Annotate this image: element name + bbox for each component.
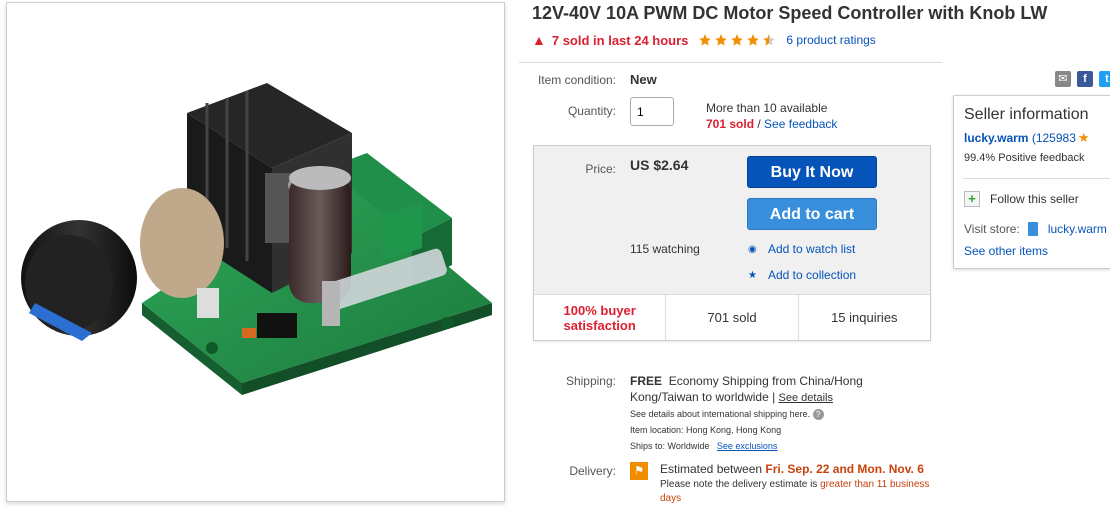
- store-name-link[interactable]: lucky.warm: [1048, 222, 1107, 236]
- plus-icon: +: [964, 191, 980, 207]
- delivery-label: Delivery:: [569, 464, 616, 478]
- shooting-star-icon: ★: [1077, 130, 1090, 145]
- help-icon[interactable]: ?: [812, 409, 824, 420]
- shipping-main: FREE Economy Shipping from China/Hong Ko…: [630, 373, 930, 406]
- delivery-note: Please note the delivery estimate is gre…: [660, 478, 930, 506]
- flame-icon: ▲: [532, 32, 546, 48]
- quantity-input[interactable]: [630, 97, 674, 126]
- eye-icon: ◉: [748, 243, 757, 255]
- follow-label: Follow this seller: [990, 192, 1079, 206]
- watch-list-label: Add to watch list: [768, 242, 856, 256]
- shipping-info: FREE Economy Shipping from China/Hong Ko…: [630, 373, 930, 454]
- seller-name: lucky.warm: [964, 131, 1029, 145]
- availability: More than 10 available 701 sold / See fe…: [706, 100, 837, 132]
- intl-shipping-note: See details about international shipping…: [630, 406, 930, 422]
- share-icons: ✉ f t: [1055, 71, 1110, 87]
- seller-feedback: 99.4% Positive feedback: [964, 152, 1085, 164]
- delivery-dates: Fri. Sep. 22 and Mon. Nov. 6: [765, 462, 924, 476]
- buy-it-now-button[interactable]: Buy It Now: [747, 156, 877, 188]
- email-icon[interactable]: ✉: [1055, 71, 1071, 87]
- available-text: More than 10 available: [706, 101, 828, 115]
- see-other-items-link[interactable]: See other items: [964, 244, 1048, 258]
- store-bag-icon: [1027, 222, 1038, 236]
- see-exclusions-link[interactable]: See exclusions: [717, 441, 778, 451]
- condition-value: New: [630, 72, 657, 87]
- quantity-label: Quantity:: [567, 104, 616, 118]
- buyer-satisfaction: 100% buyer satisfaction: [534, 295, 667, 340]
- divider: [519, 62, 942, 63]
- star-icon: [747, 34, 760, 46]
- sold-stat: 701 sold: [666, 295, 799, 340]
- seller-name-row: lucky.warm (125983 ★: [964, 130, 1090, 146]
- watching-count: 115 watching: [630, 242, 700, 256]
- divider: [963, 178, 1110, 179]
- delivery-note-text: Please note the delivery estimate is: [660, 479, 818, 490]
- free-badge: FREE: [630, 374, 663, 388]
- seller-score[interactable]: (125983: [1032, 131, 1076, 145]
- twitter-icon[interactable]: t: [1099, 71, 1110, 87]
- add-to-collection-link[interactable]: ★ Add to collection: [748, 268, 856, 282]
- ships-to-row: Ships to: Worldwide See exclusions: [630, 438, 930, 454]
- visit-store-row: Visit store: lucky.warm: [964, 222, 1107, 236]
- sold-recent-text: 7 sold in last 24 hours: [551, 32, 689, 48]
- estimated-text: Estimated between: [660, 462, 763, 476]
- ships-to-text: Ships to: Worldwide: [630, 441, 710, 451]
- half-star-icon: [763, 34, 776, 46]
- see-details-link[interactable]: See details: [779, 392, 833, 404]
- intl-note-text: See details about international shipping…: [630, 409, 811, 419]
- add-to-watch-list-link[interactable]: ◉ Add to watch list: [748, 242, 855, 256]
- visit-store-label: Visit store:: [964, 222, 1020, 236]
- star-icon: [731, 34, 744, 46]
- inquiries-stat: 15 inquiries: [831, 310, 898, 325]
- seller-name-link[interactable]: lucky.warm: [964, 131, 1028, 145]
- separator: /: [754, 117, 765, 131]
- product-ratings-link[interactable]: 6 product ratings: [786, 33, 875, 47]
- delivery-info: Estimated between Fri. Sep. 22 and Mon. …: [660, 462, 930, 506]
- price-label: Price:: [585, 162, 616, 176]
- price-value: US $2.64: [630, 157, 689, 173]
- motor-controller-photo: [21, 83, 492, 395]
- item-location: Item location: Hong Kong, Hong Kong: [630, 425, 782, 435]
- star-icon: [699, 34, 712, 46]
- rating-stars[interactable]: [698, 33, 778, 47]
- seller-info-title: Seller information: [964, 106, 1089, 123]
- add-to-cart-button[interactable]: Add to cart: [747, 198, 877, 230]
- condition-label: Item condition:: [537, 73, 616, 87]
- star-icon: ★: [748, 269, 757, 281]
- follow-seller[interactable]: + Follow this seller: [964, 191, 1079, 207]
- see-feedback-link[interactable]: See feedback: [764, 117, 837, 131]
- product-image[interactable]: [6, 2, 505, 502]
- product-title: 12V-40V 10A PWM DC Motor Speed Controlle…: [532, 3, 1048, 23]
- collection-label: Add to collection: [768, 268, 857, 282]
- shipping-label: Shipping:: [565, 374, 616, 388]
- stats-row: 100% buyer satisfaction 701 sold 15 inqu…: [534, 294, 930, 340]
- facebook-icon[interactable]: f: [1077, 71, 1093, 87]
- sold-count: 701 sold: [706, 117, 755, 131]
- sold-feedback-row: 701 sold / See feedback: [706, 116, 837, 132]
- sold-rating-row: ▲ 7 sold in last 24 hours 6 product rati…: [532, 32, 876, 48]
- flag-icon: ⚑: [630, 462, 648, 480]
- star-icon: [715, 34, 728, 46]
